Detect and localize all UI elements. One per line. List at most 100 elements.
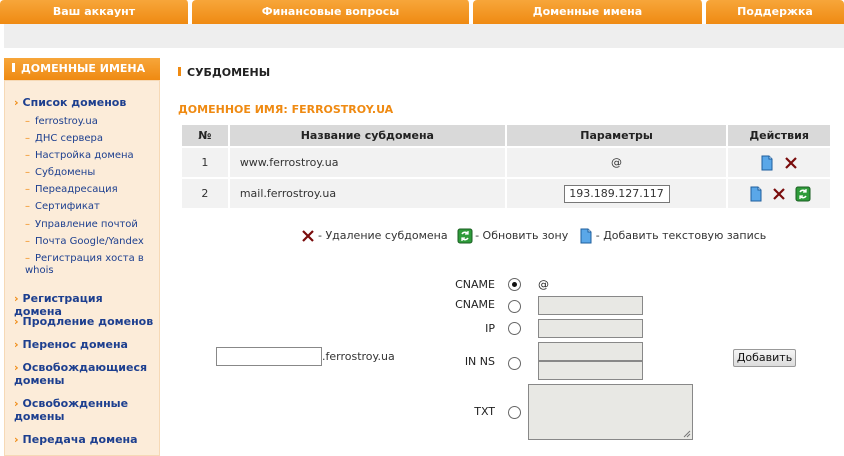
sidebar-subitem-label: Переадресация <box>35 184 118 195</box>
sidebar-subitem-label: Настройка домена <box>35 150 134 161</box>
subdomain-param-cell: 193.189.127.117 <box>504 177 729 210</box>
dash-icon: – <box>25 184 30 195</box>
refresh-icon <box>457 228 473 244</box>
sidebar-subitem-domain[interactable]: – ferrostroy.ua <box>25 116 155 128</box>
legend-delete: - Удаление субдомена <box>318 229 448 242</box>
add-text-record-icon[interactable] <box>759 155 775 171</box>
resize-handle-icon[interactable] <box>683 430 691 438</box>
chevron-right-icon: › <box>14 292 19 305</box>
title-marker <box>178 67 181 76</box>
table-header-row: № Название субдомена Параметры Действия <box>180 123 832 148</box>
sidebar-subitem-redirect[interactable]: – Переадресация <box>25 184 155 196</box>
sidebar-subitem-domain-settings[interactable]: – Настройка домена <box>25 150 155 162</box>
sidebar-menu: › Список доменов – ferrostroy.ua – ДНС серв… <box>4 80 160 456</box>
chevron-right-icon: › <box>14 433 19 446</box>
delete-icon[interactable] <box>783 155 799 171</box>
sidebar-item-label: Освобождающиеся домены <box>14 361 148 387</box>
dash-icon: – <box>25 236 30 247</box>
sidebar-title: ДОМЕННЫЕ ИМЕНА <box>21 62 146 75</box>
sidebar-subitem-label: Сертификат <box>35 201 100 212</box>
column-header-number: № <box>180 123 230 148</box>
refresh-icon[interactable] <box>795 186 811 202</box>
ip-value-box[interactable]: 193.189.127.117 <box>563 184 670 203</box>
chevron-right-icon: › <box>14 338 19 351</box>
dash-icon: – <box>25 133 30 144</box>
sidebar-item-expiring[interactable]: › Освобождающиеся домены <box>14 361 154 387</box>
inns-label: IN NS <box>464 355 495 368</box>
ip-input[interactable] <box>538 319 643 338</box>
subdomain-input[interactable] <box>216 347 322 366</box>
sidebar-item-label: Перенос домена <box>22 338 128 351</box>
sidebar-subitem-dns[interactable]: – ДНС сервера <box>25 133 155 145</box>
row-actions <box>726 177 832 210</box>
legend-add-txt: - Добавить текстовую запись <box>595 229 767 242</box>
cname-label: CNAME <box>455 298 495 311</box>
column-header-actions: Действия <box>726 123 832 148</box>
cname-at-value: @ <box>538 278 549 291</box>
domain-heading: ДОМЕННОЕ ИМЯ: FERROSTROY.UA <box>178 103 394 116</box>
txt-label: TXT <box>474 405 495 418</box>
ip-label: IP <box>485 322 495 335</box>
table-row: 2 mail.ferrostroy.ua 193.189.127.117 <box>180 177 832 210</box>
subdomains-table: № Название субдомена Параметры Действия … <box>180 123 832 210</box>
tab-account[interactable]: Ваш аккаунт <box>0 0 190 24</box>
sidebar: ДОМЕННЫЕ ИМЕНА › Список доменов – ferrostr… <box>4 58 160 456</box>
sidebar-item-transfer[interactable]: › Перенос домена <box>14 338 154 351</box>
cname-at-radio[interactable] <box>508 278 521 291</box>
sidebar-item-released[interactable]: › Освобожденные домены <box>14 397 154 423</box>
txt-textarea[interactable] <box>528 384 693 440</box>
cname-at-label: CNAME <box>455 278 495 291</box>
sidebar-subitem-label: Субдомены <box>35 167 96 178</box>
page-title-text: СУБДОМЕНЫ <box>187 66 271 79</box>
inns-input-1[interactable] <box>538 342 643 361</box>
sidebar-subitem-label: ferrostroy.ua <box>35 116 98 127</box>
inns-radio[interactable] <box>508 357 521 370</box>
sidebar-header: ДОМЕННЫЕ ИМЕНА <box>4 58 160 80</box>
add-text-record-icon[interactable] <box>748 186 764 202</box>
txt-radio[interactable] <box>508 406 521 419</box>
ip-radio[interactable] <box>508 322 521 335</box>
subdomain-param: @ <box>504 146 729 179</box>
sidebar-subitem-mail[interactable]: – Управление почтой <box>25 219 155 231</box>
dash-icon: – <box>25 253 30 264</box>
dash-icon: – <box>25 116 30 127</box>
tab-support[interactable]: Поддержка <box>706 0 844 24</box>
sidebar-item-domain-list[interactable]: › Список доменов <box>14 96 154 109</box>
sidebar-subitem-label: Почта Google/Yandex <box>35 236 144 247</box>
top-navigation: Ваш аккаунт Финансовые вопросы Доменные … <box>0 0 844 24</box>
dash-icon: – <box>25 201 30 212</box>
row-actions <box>726 146 832 179</box>
cname-radio[interactable] <box>508 300 521 313</box>
sidebar-subitem-host-whois[interactable]: – Регистрация хоста в whois <box>25 253 155 277</box>
sidebar-item-label: Продление доменов <box>22 315 154 328</box>
sidebar-subitem-label: Управление почтой <box>35 219 138 230</box>
tab-domains[interactable]: Доменные имена <box>473 0 704 24</box>
subdomain-name: mail.ferrostroy.ua <box>227 177 507 210</box>
actions-legend: - Удаление субдомена - Обновить зону - Д… <box>298 228 766 244</box>
inns-input-2[interactable] <box>538 361 643 380</box>
sidebar-subitem-google-yandex[interactable]: – Почта Google/Yandex <box>25 236 155 248</box>
sidebar-subitem-label: Регистрация хоста в whois <box>25 253 144 276</box>
add-button[interactable]: Добавить <box>733 349 796 367</box>
sidebar-item-handover[interactable]: › Передача домена <box>14 433 154 446</box>
delete-icon[interactable] <box>771 186 787 202</box>
add-text-record-icon <box>578 228 594 244</box>
sidebar-item-label: Передача домена <box>22 433 138 446</box>
sub-navigation-bar <box>4 24 844 48</box>
sidebar-subitem-subdomains[interactable]: – Субдомены <box>25 167 155 179</box>
header-marker <box>12 63 15 72</box>
dash-icon: – <box>25 150 30 161</box>
dash-icon: – <box>25 167 30 178</box>
subdomain-name: www.ferrostroy.ua <box>227 146 507 179</box>
sidebar-item-label: Освобожденные домены <box>14 397 129 423</box>
sidebar-item-renew[interactable]: › Продление доменов <box>14 315 154 328</box>
chevron-right-icon: › <box>14 315 19 328</box>
tab-finance[interactable]: Финансовые вопросы <box>192 0 471 24</box>
cname-input[interactable] <box>538 296 643 315</box>
dash-icon: – <box>25 219 30 230</box>
sidebar-subitem-certificate[interactable]: – Сертификат <box>25 201 155 213</box>
row-number: 1 <box>180 146 230 179</box>
chevron-right-icon: › <box>14 96 19 109</box>
column-header-params: Параметры <box>504 123 729 148</box>
row-number: 2 <box>180 177 230 210</box>
